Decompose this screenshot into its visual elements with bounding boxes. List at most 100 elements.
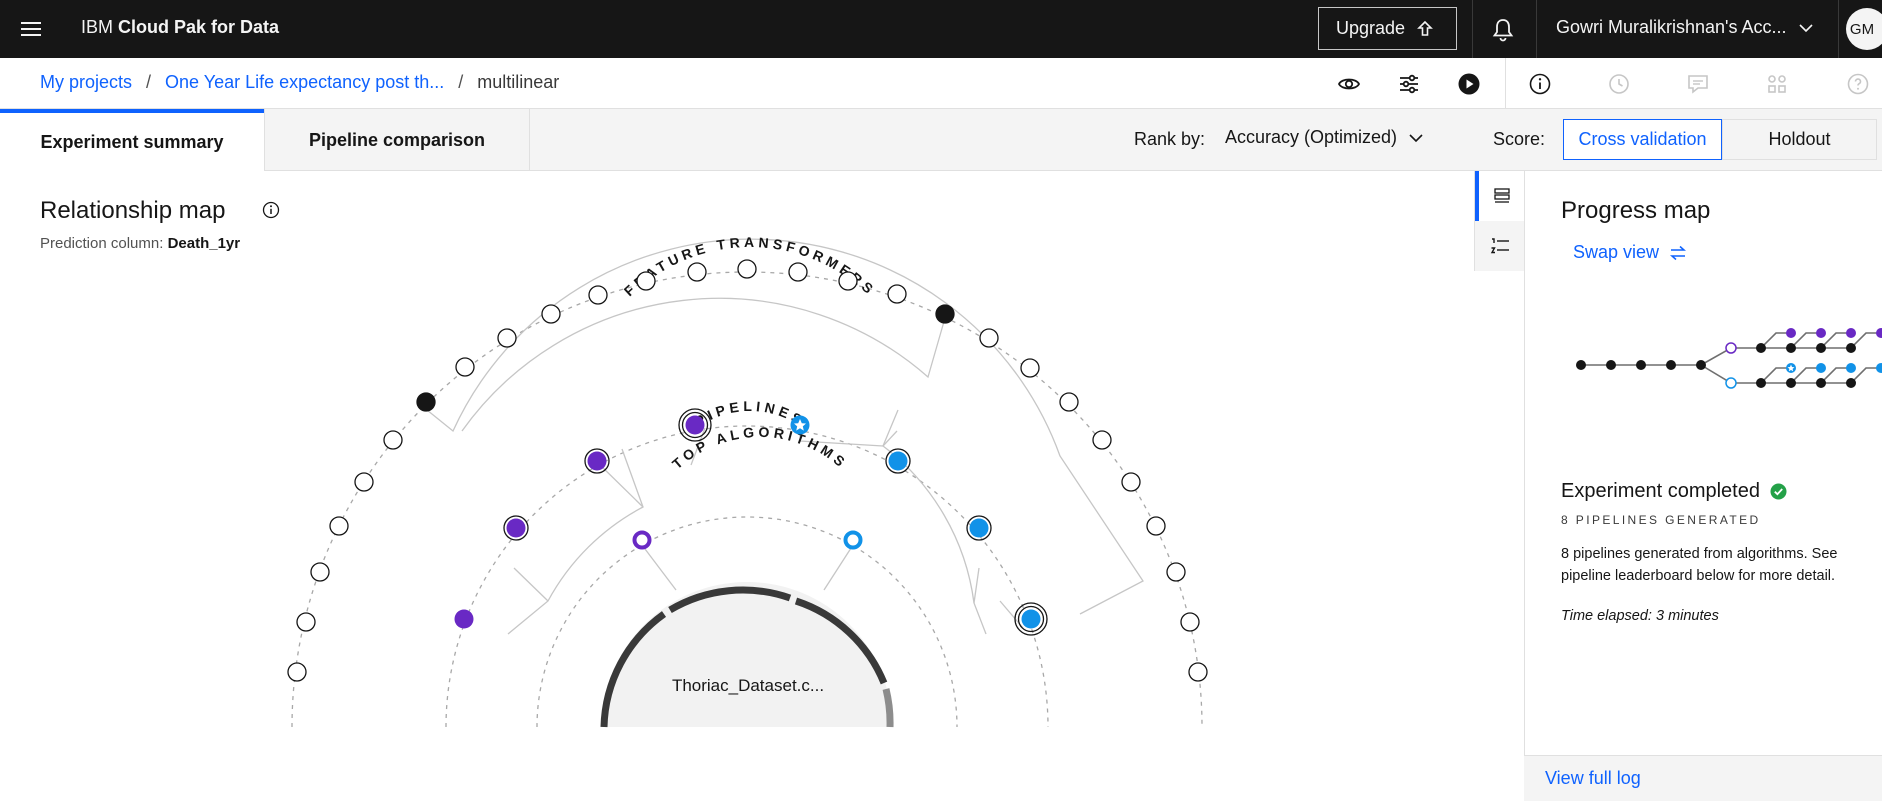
score-holdout-option[interactable]: Holdout [1722,119,1877,160]
progress-node [1846,343,1856,353]
transformer-node[interactable] [354,472,374,492]
transformer-node[interactable] [887,284,907,304]
transformer-node[interactable] [1166,562,1186,582]
view-icon[interactable] [1337,72,1361,96]
rank-by-dropdown[interactable]: Accuracy (Optimized) [1225,127,1423,148]
pipeline-node[interactable] [454,609,474,629]
swap-view-link[interactable]: Swap view [1573,242,1687,263]
progress-node-pipeline [1816,363,1826,373]
transformer-node[interactable] [979,328,999,348]
transformer-node[interactable] [455,357,475,377]
transformer-node[interactable] [737,259,757,279]
brand-name[interactable]: IBM Cloud Pak for Data [81,17,279,38]
history-icon[interactable] [1607,72,1631,96]
breadcrumb-my-projects[interactable]: My projects [40,72,132,93]
pipeline-node[interactable] [506,518,526,538]
progress-node [1696,360,1706,370]
progress-map-title: Progress map [1561,197,1711,224]
list-numbered-icon [1490,238,1509,254]
pipeline-node[interactable] [587,451,607,471]
help-icon[interactable] [1846,72,1870,96]
pipeline-node[interactable] [888,451,908,471]
pipeline-node[interactable] [969,518,989,538]
transformer-node[interactable] [287,662,307,682]
time-elapsed: Time elapsed: 3 minutes [1561,608,1719,624]
transformer-node[interactable] [497,328,517,348]
progress-node-pipeline [1876,363,1882,373]
notification-bell-icon[interactable] [1490,17,1516,43]
upgrade-button[interactable]: Upgrade [1318,7,1457,50]
transformer-node[interactable] [1188,662,1208,682]
progress-node [1816,343,1826,353]
panel-view-button[interactable] [1475,171,1524,221]
main-content: Relationship map Prediction column: Deat… [0,171,1882,801]
progress-node-algorithm [1725,342,1737,354]
brand-bold: Cloud Pak for Data [118,17,280,37]
user-avatar[interactable]: GM [1846,8,1882,50]
transformer-node[interactable] [416,392,436,412]
breadcrumb-project[interactable]: One Year Life expectancy post th... [165,72,444,93]
algorithm-node[interactable] [843,530,863,550]
settings-sliders-icon[interactable] [1397,72,1421,96]
connector [973,567,980,604]
transformer-node[interactable] [310,562,330,582]
progress-node [1576,360,1586,370]
transformer-node[interactable] [1180,612,1200,632]
pipelines-generated-count: 8 PIPELINES GENERATED [1561,513,1761,527]
transformer-node[interactable] [1146,516,1166,536]
transformer-node[interactable] [296,612,316,632]
tab-experiment-summary[interactable]: Experiment summary [0,109,264,171]
list-view-button[interactable] [1475,221,1524,271]
swap-arrows-icon [1670,245,1687,260]
tab-bar: Experiment summary Pipeline comparison R… [0,109,1882,171]
transformer-node[interactable] [1121,472,1141,492]
progress-node-pipeline [1816,328,1826,338]
transformer-node[interactable] [838,271,858,291]
transformer-node[interactable] [1059,392,1079,412]
pipeline-node[interactable] [1021,609,1041,629]
connector [641,544,677,591]
relationship-map-chart: FEATURE TRANSFORMERS PIPELINES TOP ALGOR… [287,234,1208,728]
swap-view-label: Swap view [1573,242,1660,262]
comment-icon[interactable] [1686,72,1710,96]
transformer-node[interactable] [1020,358,1040,378]
view-full-log-link[interactable]: View full log [1545,768,1641,789]
connector [596,461,644,508]
transformer-node[interactable] [636,271,656,291]
progress-node-pipeline [1846,328,1856,338]
progress-node [1606,360,1616,370]
transformer-node[interactable] [329,516,349,536]
progress-node-pipeline [1876,328,1882,338]
breadcrumb: My projects / One Year Life expectancy p… [40,72,559,93]
transformer-node[interactable] [935,304,955,324]
hamburger-menu-icon[interactable] [16,16,46,42]
top-nav-bar: IBM Cloud Pak for Data Upgrade Gowri Mur… [0,0,1882,58]
score-cross-validation-option[interactable]: Cross validation [1563,119,1722,160]
transformer-node[interactable] [541,304,561,324]
experiment-status: Experiment completed [1561,480,1787,503]
breadcrumb-current: multilinear [477,72,560,92]
transformer-node[interactable] [788,262,808,282]
information-icon[interactable] [1528,72,1552,96]
account-switcher[interactable]: Gowri Muralikrishnan's Acc... [1556,17,1813,38]
rank-by-label: Rank by: [1134,129,1206,149]
tab-pipeline-comparison[interactable]: Pipeline comparison [265,109,529,171]
assets-icon[interactable] [1765,72,1789,96]
list-boxes-icon [1493,188,1510,203]
divider [529,109,530,171]
arrow-up-icon [1417,20,1433,36]
progress-node [1786,378,1796,388]
dataset-arc [882,688,894,728]
transformer-node[interactable] [687,262,707,282]
run-icon[interactable] [1457,72,1481,96]
algorithm-node[interactable] [632,530,652,550]
dataset-node[interactable] [602,582,892,727]
pipeline-node[interactable] [685,415,705,435]
connector [823,544,854,591]
divider [1536,0,1537,58]
upgrade-label: Upgrade [1336,18,1406,38]
progress-node [1666,360,1676,370]
transformer-node[interactable] [1092,430,1112,450]
transformer-node[interactable] [383,430,403,450]
transformer-node[interactable] [588,285,608,305]
